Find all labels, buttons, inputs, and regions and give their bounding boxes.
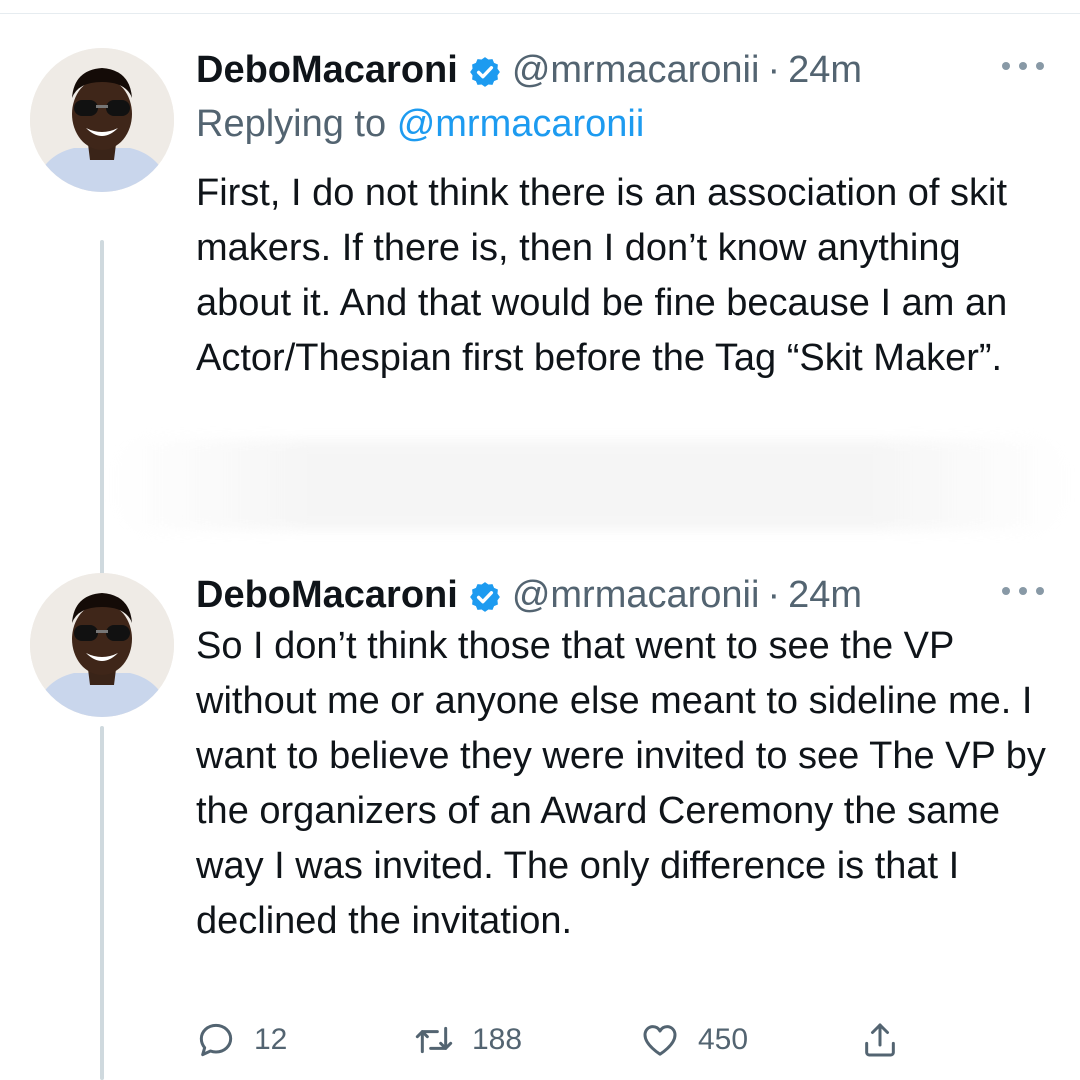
retweet-icon <box>415 1026 453 1054</box>
tweet-actions: 12 188 450 <box>196 1012 916 1068</box>
separator-dot: · <box>767 49 781 91</box>
timestamp[interactable]: 24m <box>788 571 862 619</box>
avatar[interactable] <box>30 48 174 192</box>
timestamp[interactable]: 24m <box>788 46 862 94</box>
tweet-header: DeboMacaroni @mrmacaronii · 24m <box>196 46 862 94</box>
avatar-image <box>30 48 174 192</box>
share-button[interactable] <box>860 1012 900 1068</box>
like-count: 450 <box>698 1023 749 1056</box>
tweet-text: First, I do not think there is an associ… <box>196 172 1008 379</box>
replying-to: Replying to @mrmacaronii <box>196 100 644 148</box>
top-divider <box>0 0 1080 14</box>
display-name[interactable]: DeboMacaroni <box>196 571 458 619</box>
replying-to-label: Replying to <box>196 103 387 145</box>
display-name[interactable]: DeboMacaroni <box>196 46 458 94</box>
reply-button[interactable]: 12 <box>196 1012 287 1068</box>
separator-dot: · <box>767 574 781 616</box>
thread-line <box>100 726 104 1080</box>
thread-line <box>100 240 104 592</box>
verified-badge-icon <box>468 578 502 612</box>
retweet-button[interactable]: 188 <box>414 1012 522 1068</box>
retweet-count: 188 <box>472 1023 523 1056</box>
avatar[interactable] <box>30 573 174 717</box>
verified-badge-icon <box>468 53 502 87</box>
more-options-icon[interactable] <box>1002 54 1044 78</box>
handle[interactable]: @mrmacaronii <box>512 571 760 619</box>
replying-to-mention[interactable]: @mrmacaronii <box>397 103 645 145</box>
reply-icon <box>199 1023 233 1057</box>
tweet-header: DeboMacaroni @mrmacaronii · 24m <box>196 571 862 619</box>
reply-count: 12 <box>254 1023 288 1056</box>
handle[interactable]: @mrmacaronii <box>512 46 760 94</box>
avatar-image <box>30 573 174 717</box>
tweet-text: So I don’t think those that went to see … <box>196 625 1046 942</box>
share-icon <box>865 1023 895 1057</box>
heart-icon <box>643 1025 677 1056</box>
more-options-icon[interactable] <box>1002 579 1044 603</box>
like-button[interactable]: 450 <box>640 1012 748 1068</box>
watermark <box>110 440 1070 530</box>
